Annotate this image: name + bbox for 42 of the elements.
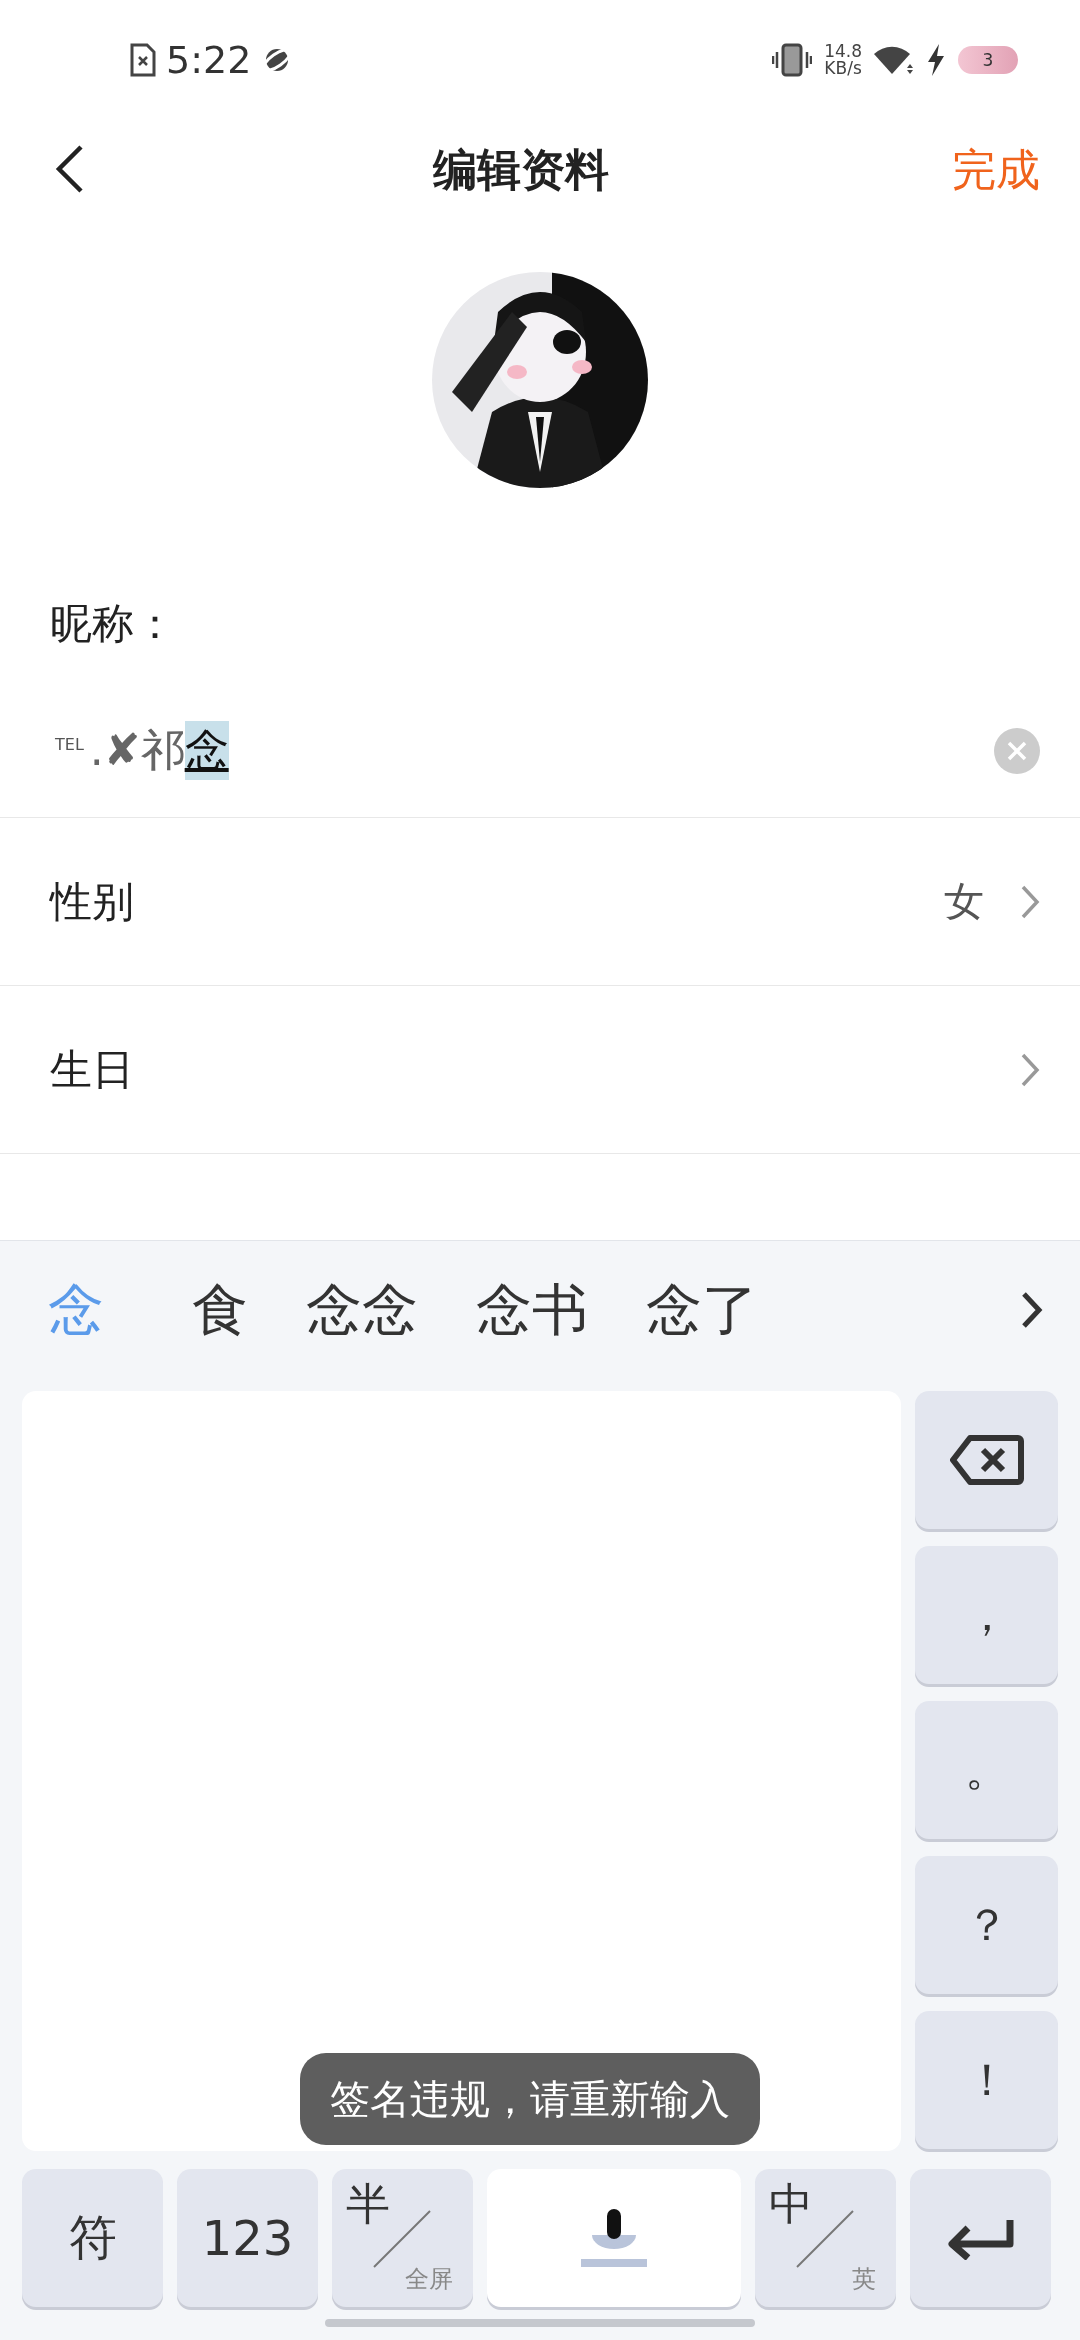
key[interactable]: 中 英 bbox=[755, 2169, 896, 2307]
toast-message: 签名违规，请重新输入 bbox=[300, 2053, 760, 2145]
close-icon bbox=[1006, 739, 1028, 762]
candidate-word[interactable]: 食 bbox=[192, 1273, 248, 1349]
nickname-text: .✘祁 bbox=[89, 723, 185, 777]
chevron-right-icon bbox=[1020, 883, 1040, 920]
settings-row[interactable]: 性别 女 bbox=[0, 818, 1080, 986]
key[interactable]: 。 bbox=[915, 1701, 1058, 1839]
key-sublabel: 全屏 bbox=[405, 2264, 453, 2295]
nickname-label: 昵称： bbox=[50, 598, 177, 650]
key[interactable]: 符 bbox=[22, 2169, 163, 2307]
key-sublabel: 英 bbox=[852, 2264, 876, 2295]
charging-icon bbox=[926, 43, 946, 77]
tel-tag: TEL bbox=[55, 735, 84, 754]
row-label: 生日 bbox=[50, 1043, 135, 1096]
candidate-word[interactable]: 念书 bbox=[476, 1273, 588, 1349]
chevron-right-icon bbox=[1020, 1051, 1040, 1088]
backspace-icon bbox=[949, 1434, 1024, 1486]
key[interactable]: ？ bbox=[915, 1856, 1058, 1994]
key[interactable]: ， bbox=[915, 1546, 1058, 1684]
row-label: 性别 bbox=[50, 875, 135, 928]
network-speed: 14.8 KB/s bbox=[824, 43, 862, 77]
sim-card-icon bbox=[130, 43, 156, 77]
battery-indicator: 3 bbox=[958, 46, 1018, 74]
key-label: 半 bbox=[346, 2177, 390, 2231]
backspace-key[interactable] bbox=[915, 1391, 1058, 1529]
candidate-word[interactable]: 念了 bbox=[646, 1273, 758, 1349]
settings-row[interactable]: 生日 bbox=[0, 986, 1080, 1154]
candidate-word[interactable]: 念念 bbox=[306, 1273, 418, 1349]
key-label: 中 bbox=[769, 2177, 813, 2231]
composing-text: 念 bbox=[184, 721, 229, 780]
enter-key[interactable] bbox=[910, 2169, 1051, 2307]
status-time: 5:22 bbox=[166, 38, 252, 82]
vibrate-icon bbox=[772, 43, 813, 77]
key[interactable]: 半 全屏 bbox=[332, 2169, 473, 2307]
wifi-icon bbox=[874, 44, 914, 76]
key[interactable]: 123 bbox=[177, 2169, 318, 2307]
handwriting-pad[interactable] bbox=[22, 1391, 901, 2151]
microphone-icon bbox=[578, 2207, 650, 2269]
row-value: 女 bbox=[944, 877, 984, 926]
key[interactable]: ！ bbox=[915, 2011, 1058, 2149]
page-title: 编辑资料 bbox=[432, 142, 610, 197]
